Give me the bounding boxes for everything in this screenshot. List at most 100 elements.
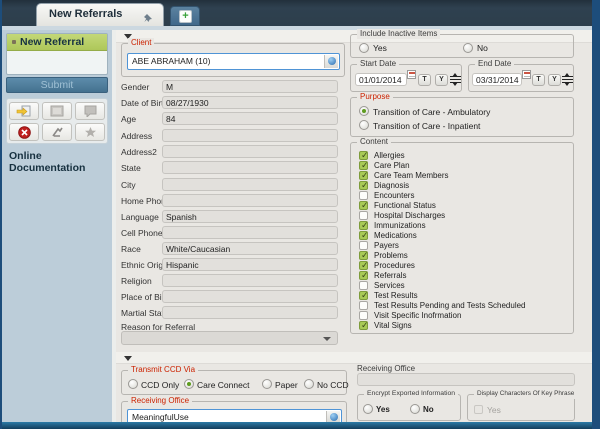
client-combobox[interactable]: ABE ABRAHAM (10): [127, 53, 340, 70]
start-date-today-button[interactable]: T: [418, 74, 431, 86]
signature-icon: [43, 126, 71, 138]
include-inactive-yes-radio[interactable]: [359, 43, 369, 53]
end-date-spinner[interactable]: [562, 73, 573, 86]
reason-for-referral-dropdown[interactable]: [121, 331, 338, 345]
nav-item-new-referral[interactable]: New Referral: [7, 34, 107, 51]
checkbox[interactable]: [359, 241, 368, 250]
transmit-legend: Transmit CCD Via: [128, 365, 199, 375]
checkbox-label: Allergies: [374, 151, 405, 160]
submit-label: Submit: [40, 79, 74, 91]
checkbox[interactable]: [359, 291, 368, 300]
collapse-arrow-icon[interactable]: [124, 356, 132, 361]
encrypt-yes-radio[interactable]: [363, 404, 373, 414]
checkbox[interactable]: [359, 311, 368, 320]
display-key-phrase-yes-checkbox: [474, 405, 483, 414]
ccd-only-radio[interactable]: [128, 379, 138, 389]
image-button[interactable]: [42, 102, 72, 120]
checkbox[interactable]: [359, 231, 368, 240]
receiving-office-lookup-icon[interactable]: [326, 411, 340, 422]
radio-label: Paper: [275, 380, 298, 390]
end-date-input[interactable]: 03/31/2014: [472, 73, 522, 86]
delete-button[interactable]: [9, 123, 39, 141]
client-combobox-value: ABE ABRAHAM (10): [132, 56, 211, 66]
calendar-icon[interactable]: [407, 70, 416, 79]
nav-item-label: New Referral: [20, 36, 85, 48]
field-value: [162, 194, 338, 207]
checkbox[interactable]: [359, 281, 368, 290]
radio-label: CCD Only: [141, 380, 180, 390]
receiving-office-value: MeaningfulUse: [132, 412, 189, 422]
checkbox[interactable]: [359, 221, 368, 230]
checkbox-label: Medications: [374, 231, 417, 240]
checkbox[interactable]: [359, 261, 368, 270]
checkbox[interactable]: [359, 201, 368, 210]
checkbox[interactable]: [359, 301, 368, 310]
receiving-office-display-field: [357, 373, 575, 386]
receiving-office-display-label: Receiving Office: [357, 364, 416, 373]
checkbox-label: Procedures: [374, 261, 415, 270]
new-tab-button[interactable]: +: [170, 6, 200, 26]
checkbox[interactable]: [359, 271, 368, 280]
start-date-year-button[interactable]: Y: [435, 74, 448, 86]
checkbox-label: Payers: [374, 241, 399, 250]
include-inactive-no-radio[interactable]: [463, 43, 473, 53]
checkbox[interactable]: [359, 161, 368, 170]
field-label: Age: [121, 114, 137, 124]
start-date-input[interactable]: 01/01/2014: [355, 73, 407, 86]
checkbox[interactable]: [359, 321, 368, 330]
note-button[interactable]: [75, 102, 105, 120]
note-icon: [76, 105, 104, 117]
checkbox-label: Yes: [487, 405, 501, 415]
checkbox[interactable]: [359, 211, 368, 220]
end-date-today-button[interactable]: T: [532, 74, 545, 86]
radio-label: No: [477, 43, 488, 53]
field-value: White/Caucasian: [162, 242, 338, 255]
checkbox-label: Care Plan: [374, 161, 410, 170]
purpose-inpatient-radio[interactable]: [359, 120, 369, 130]
encrypt-no-radio[interactable]: [410, 404, 420, 414]
sidebar: New Referral Submit Online Documentation: [2, 30, 112, 422]
checkbox-label: Diagnosis: [374, 181, 410, 190]
field-value: Hispanic: [162, 258, 338, 271]
purpose-legend: Purpose: [357, 92, 393, 102]
application-window: New Referrals + New Referral Submit Onli…: [0, 0, 600, 429]
section-header-transmit[interactable]: [116, 352, 592, 364]
start-date-spinner[interactable]: [450, 73, 461, 86]
checkbox[interactable]: [359, 191, 368, 200]
checkbox-label: Hospital Discharges: [374, 211, 446, 220]
star-icon: [76, 126, 104, 138]
transmit-ccd-fieldset: Transmit CCD Via CCD Only Care Connect P…: [121, 365, 349, 395]
submit-button[interactable]: Submit: [6, 77, 108, 93]
client-lookup-icon[interactable]: [324, 55, 338, 68]
save-button[interactable]: [9, 102, 39, 120]
signature-button[interactable]: [42, 123, 72, 141]
paper-radio[interactable]: [262, 379, 272, 389]
favorite-button[interactable]: [75, 123, 105, 141]
end-date-year-button[interactable]: Y: [548, 74, 561, 86]
tab-new-referrals[interactable]: New Referrals: [36, 3, 164, 26]
field-value: [162, 178, 338, 191]
field-label: City: [121, 180, 136, 190]
purpose-ambulatory-radio[interactable]: [359, 106, 369, 116]
delete-icon: [10, 126, 38, 139]
checkbox-label: Problems: [374, 251, 408, 260]
care-connect-radio[interactable]: [184, 379, 194, 389]
no-ccd-radio[interactable]: [304, 379, 314, 389]
checkbox-label: Test Results Pending and Tests Scheduled: [374, 301, 526, 310]
field-label: Language: [121, 212, 159, 222]
tab-label: New Referrals: [49, 8, 123, 20]
image-icon: [43, 105, 71, 117]
checkbox[interactable]: [359, 181, 368, 190]
tab-bar: New Referrals +: [2, 0, 592, 26]
calendar-icon[interactable]: [522, 70, 531, 79]
field-value: 08/27/1930: [162, 96, 338, 109]
field-value: [162, 129, 338, 142]
checkbox[interactable]: [359, 151, 368, 160]
online-documentation-link[interactable]: Online Documentation: [9, 150, 112, 174]
end-date-fieldset: End Date 03/31/2014 T Y: [468, 59, 574, 92]
checkbox[interactable]: [359, 171, 368, 180]
checkbox[interactable]: [359, 251, 368, 260]
end-date-legend: End Date: [475, 59, 515, 69]
field-value: [162, 274, 338, 287]
sidebar-toolbar: [6, 98, 108, 144]
